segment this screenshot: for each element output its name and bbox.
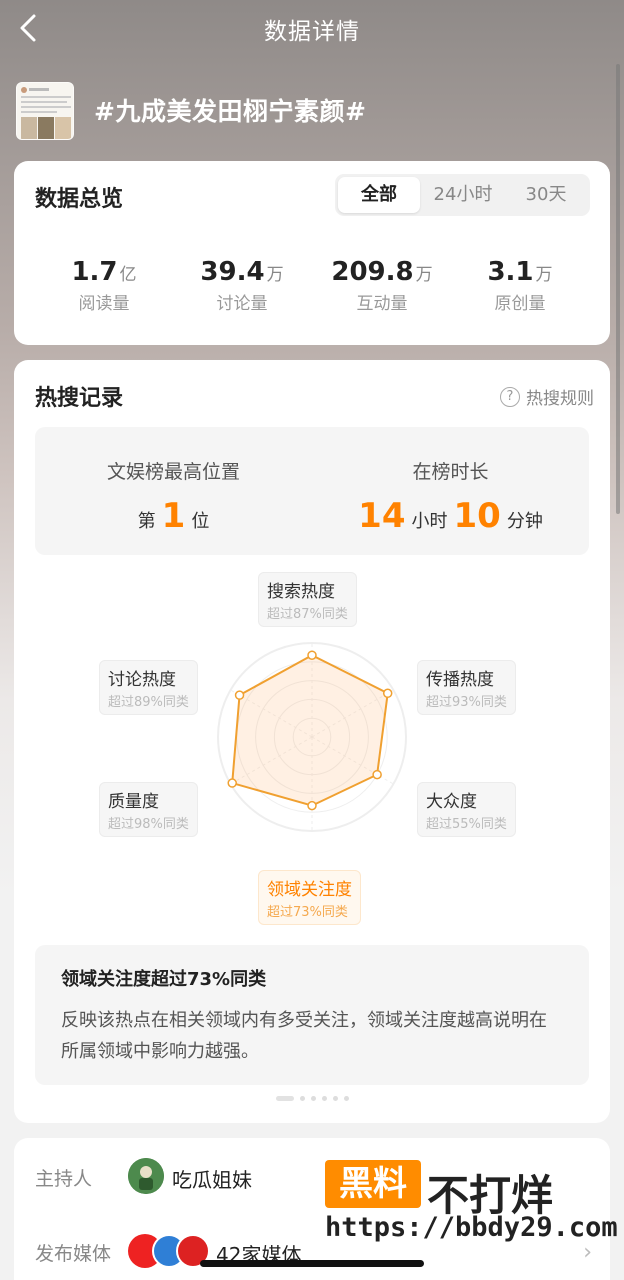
description-title: 领域关注度超过73%同类 — [61, 969, 267, 990]
stat-value: 1.7 — [71, 257, 118, 287]
radar-tag-sub: 超过73%同类 — [267, 905, 348, 920]
stat-unit: 亿 — [119, 265, 137, 285]
radar-point-5 — [234, 690, 245, 700]
topic-title: #九成美发田栩宁素颜# — [94, 97, 367, 126]
stat-value: 209.8 — [331, 257, 414, 287]
stat-value: 39.4 — [200, 257, 265, 287]
radar-tag-title: 搜索热度 — [267, 582, 335, 602]
radar-tag-popularity[interactable]: 大众度 超过55%同类 — [417, 782, 516, 837]
page-dot[interactable] — [275, 1096, 294, 1101]
chevron-right-icon[interactable]: › — [583, 1240, 592, 1265]
radar-tag-sub: 超过93%同类 — [426, 695, 507, 710]
page-dot[interactable] — [332, 1096, 338, 1101]
host-label: 主持人 — [35, 1168, 93, 1190]
radar-tag-title: 质量度 — [108, 792, 159, 812]
radar-tag-spread[interactable]: 传播热度 超过93%同类 — [417, 660, 516, 715]
host-avatar-image — [128, 1158, 164, 1194]
overview-card: 数据总览 全部 24小时 30天 1.7 亿 阅读量 39.4 万 讨论量 209.… — [14, 161, 610, 345]
radar-point-3 — [307, 800, 317, 811]
page-dot[interactable] — [310, 1096, 316, 1101]
radar-tag-title: 讨论热度 — [108, 670, 176, 690]
page-title: 数据详情 — [264, 19, 360, 45]
radar-point-4 — [227, 778, 237, 788]
overview-title: 数据总览 — [35, 187, 124, 212]
stat-reads: 1.7 亿 阅读量 — [34, 257, 174, 314]
radar-tag-search[interactable]: 搜索热度 超过87%同类 — [258, 572, 357, 627]
time-range-segmented-control: 全部 24小时 30天 — [335, 174, 590, 216]
radar-tag-title: 领域关注度 — [267, 880, 352, 900]
stat-unit: 万 — [535, 265, 553, 285]
stat-value: 3.1 — [487, 257, 534, 287]
radar-tag-discussion[interactable]: 讨论热度 超过89%同类 — [99, 660, 198, 715]
radar-tag-sub: 超过55%同类 — [426, 817, 507, 832]
thumbnail-image — [17, 83, 73, 139]
topic-thumbnail[interactable] — [16, 82, 74, 140]
media-label: 发布媒体 — [35, 1243, 112, 1265]
radar-tag-domain[interactable]: 领域关注度 超过73%同类 — [258, 870, 361, 925]
tab-24h[interactable]: 24小时 — [423, 177, 503, 213]
watermark-logo-box: 黑料 — [325, 1160, 421, 1208]
hot-search-card: 热搜记录 ? 热搜规则 文娱榜最高位置 第 1 位 在榜时长 14 小时 10 … — [14, 360, 610, 1123]
home-indicator[interactable] — [200, 1260, 424, 1267]
stat-label: 阅读量 — [78, 294, 130, 314]
stat-unit: 万 — [415, 265, 433, 285]
radar-point-2 — [372, 769, 382, 780]
stat-label: 讨论量 — [216, 294, 268, 314]
radar-polygon — [231, 654, 389, 807]
stat-label: 互动量 — [356, 294, 408, 314]
tab-30d[interactable]: 30天 — [505, 177, 587, 213]
description-text: 反映该热点在相关领域内有多受关注，领域关注度越高说明在所属领域中影响力越强。 — [61, 1010, 547, 1062]
page-dot[interactable] — [343, 1096, 349, 1101]
tab-all[interactable]: 全部 — [338, 177, 420, 213]
host-avatar[interactable] — [128, 1158, 164, 1194]
stat-originals: 3.1 万 原创量 — [450, 257, 590, 314]
host-name[interactable]: 吃瓜姐妹 — [172, 1164, 252, 1193]
radar-tag-title: 大众度 — [426, 792, 477, 812]
scrollbar[interactable] — [616, 64, 620, 514]
stat-unit: 万 — [266, 265, 284, 285]
nav-bar: 数据详情 — [0, 0, 624, 56]
stat-label: 原创量 — [494, 294, 546, 314]
radar-chart — [217, 642, 407, 832]
stat-discussions: 39.4 万 讨论量 — [172, 257, 312, 314]
radar-point-0 — [307, 650, 317, 660]
radar-tag-title: 传播热度 — [426, 670, 494, 690]
metric-description: 领域关注度超过73%同类 反映该热点在相关领域内有多受关注，领域关注度越高说明在… — [35, 945, 589, 1085]
radar-tag-sub: 超过89%同类 — [108, 695, 189, 710]
radar-tag-sub: 超过98%同类 — [108, 817, 189, 832]
watermark-url: https://bbdy29.com — [325, 1212, 618, 1243]
page-dot[interactable] — [299, 1096, 305, 1101]
radar-point-1 — [382, 688, 393, 699]
radar-tag-quality[interactable]: 质量度 超过98%同类 — [99, 782, 198, 837]
page-dot[interactable] — [321, 1096, 327, 1101]
stat-interactions: 209.8 万 互动量 — [312, 257, 452, 314]
page-indicator — [14, 1096, 610, 1101]
radar-tag-sub: 超过87%同类 — [267, 607, 348, 622]
